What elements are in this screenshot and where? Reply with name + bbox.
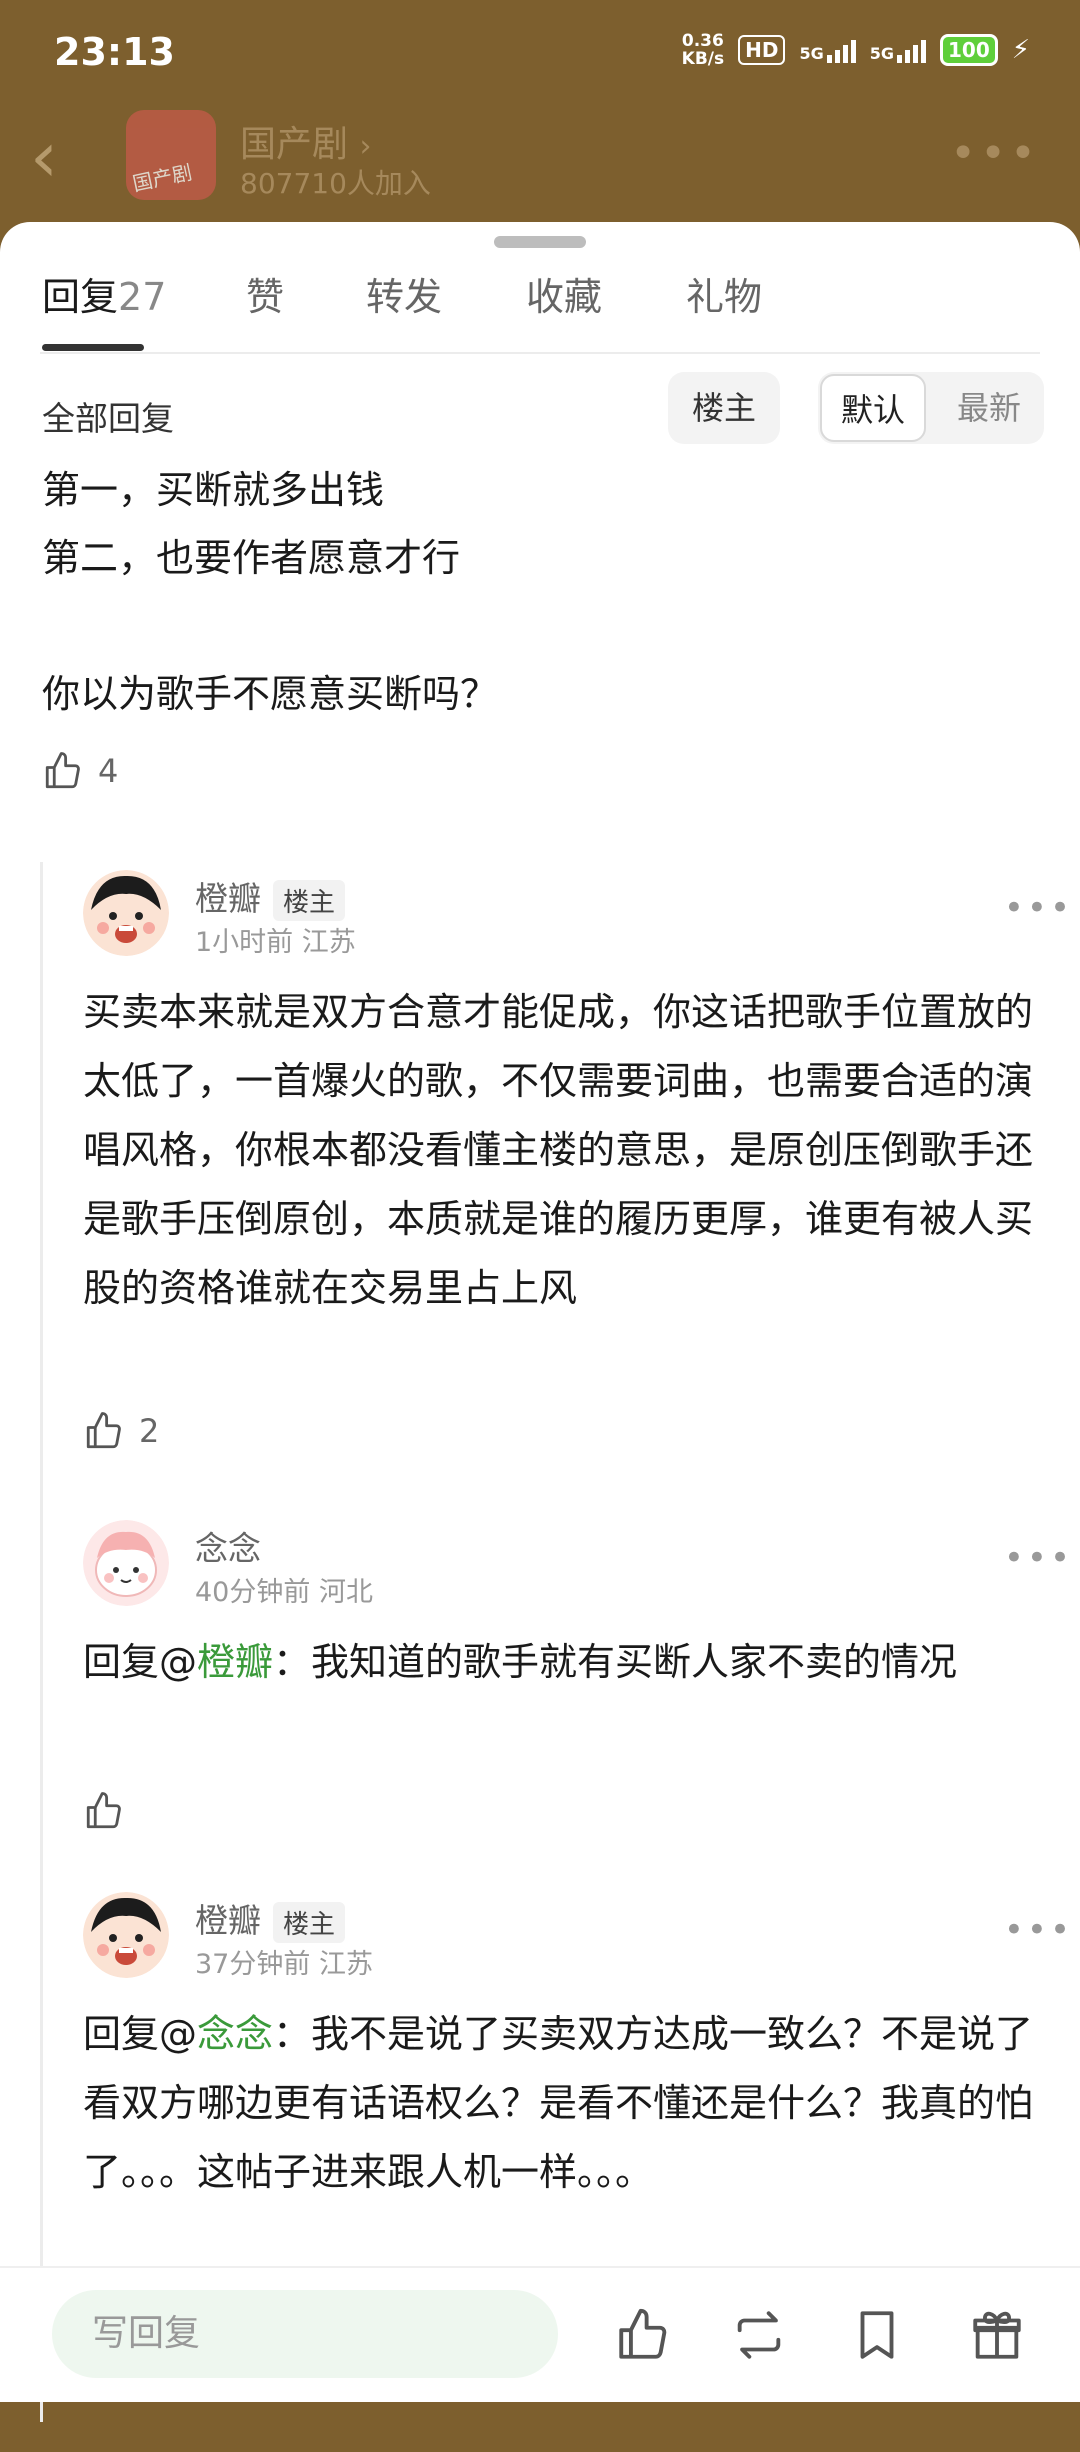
sim1-label: 5G [799,44,824,63]
more-icon[interactable]: ••• [1004,1910,1073,1950]
reply-body: ：我知道的歌手就有买断人家不卖的情况 [273,1640,958,1684]
comment-line: 你以为歌手不愿意买断吗？ [42,672,499,716]
owner-badge: 楼主 [273,1902,346,1943]
like-icon[interactable] [614,2306,672,2364]
like-count: 4 [98,752,119,790]
tab-gifts[interactable]: 礼物 [686,266,762,321]
reply-like-button[interactable]: 2 [83,1410,159,1452]
group-avatar[interactable]: 国产剧 [126,110,216,200]
tab-reposts[interactable]: 转发 [366,266,442,321]
group-avatar-text: 国产剧 [130,159,195,196]
like-count: 2 [139,1412,160,1450]
status-bar: 23:13 0.36 KB/s HD 5G 5G 100 ⚡ [0,0,1080,110]
thumbs-up-icon [86,1792,121,1829]
more-icon[interactable]: ••• [1004,888,1073,928]
author-name: 橙瓣 [195,879,261,918]
battery-icon: 100 [939,34,998,66]
status-icons: 0.36 KB/s HD 5G 5G 100 ⚡ [682,32,1030,68]
more-icon[interactable]: ••• [1004,1538,1073,1578]
avatar[interactable] [83,1892,169,1978]
reply-item: 橙瓣 楼主 1小时前 江苏 ••• 买卖本来就是双方合意才能促成，你这话把歌手位置… [83,870,1073,1450]
reply-meta: 40分钟前 河北 [195,1577,373,1608]
group-members: 807710人加入 [240,167,431,200]
back-icon[interactable]: ‹ [30,122,58,192]
charging-icon: ⚡ [1011,35,1030,65]
reply-author[interactable]: 橙瓣 楼主 [195,1894,346,1943]
all-replies-title: 全部回复 [42,399,174,438]
filter-row: 全部回复 楼主 默认 最新 [0,372,1080,452]
comment-line: 第二，也要作者愿意才行 [42,536,461,580]
net-speed-unit: KB/s [681,49,725,69]
hd-icon: HD [738,35,786,65]
reply-meta: 37分钟前 江苏 [195,1949,373,1980]
avatar[interactable] [83,1520,169,1606]
reply-prefix: 回复@ [83,2012,198,2056]
reply-author[interactable]: 橙瓣 楼主 [195,872,346,921]
group-name[interactable]: 国产剧 › [240,115,371,167]
status-time: 23:13 [54,30,175,74]
divider [40,352,1040,354]
reply-text: 回复@橙瓣：我知道的歌手就有买断人家不卖的情况 [83,1628,1063,1697]
comment-line: 第一，买断就多出钱 [42,468,385,512]
avatar[interactable] [83,870,169,956]
tab-replies-count: 27 [118,275,167,319]
reply-thread: 橙瓣 楼主 1小时前 江苏 ••• 买卖本来就是双方合意才能促成，你这话把歌手位置… [40,862,1070,2422]
reply-author[interactable]: 念念 [195,1522,261,1570]
thumbs-up-icon [45,752,80,789]
comment-sheet: 回复27 赞 转发 收藏 礼物 全部回复 楼主 默认 最新 第一，买断就多出钱 … [0,222,1080,2422]
author-name: 橙瓣 [195,1901,261,1940]
reply-prefix: 回复@ [83,1640,198,1684]
owner-badge: 楼主 [273,880,346,921]
owner-only-chip[interactable]: 楼主 [668,372,780,444]
signal-icon: 5G [870,37,926,63]
sort-latest-button[interactable]: 最新 [936,372,1042,444]
tab-favorites[interactable]: 收藏 [526,266,602,321]
tab-likes[interactable]: 赞 [246,266,284,321]
thumbs-up-icon [86,1412,121,1449]
reply-text: 买卖本来就是双方合意才能促成，你这话把歌手位置放的太低了，一首爆火的歌，不仅需要… [83,990,1034,1310]
chevron-right-icon: › [359,129,372,164]
group-name-text: 国产剧 [240,124,349,165]
main-comment: 第一，买断就多出钱 第二，也要作者愿意才行 你以为歌手不愿意买断吗？ [42,456,1042,728]
sort-default-button[interactable]: 默认 [820,374,926,442]
net-speed: 0.36 KB/s [682,32,724,68]
tab-bar: 回复27 赞 转发 收藏 礼物 [0,266,1080,354]
reply-item: 念念 40分钟前 河北 ••• 回复@橙瓣：我知道的歌手就有买断人家不卖的情况 [83,1520,1073,1860]
net-speed-value: 0.36 [681,31,724,51]
repost-icon[interactable] [730,2306,788,2364]
tab-indicator [42,344,144,351]
more-icon[interactable]: ••• [950,128,1040,179]
tab-replies-label: 回复 [42,275,119,319]
sim2-label: 5G [869,44,894,63]
reply-like-button[interactable] [83,1790,125,1832]
sheet-handle[interactable] [494,236,586,248]
signal-icon: 5G [799,37,856,63]
tab-replies[interactable]: 回复27 [42,266,166,321]
bottom-bar: 写回复 [0,2266,1080,2402]
bookmark-icon[interactable] [848,2306,906,2364]
gift-icon[interactable] [968,2306,1026,2364]
reply-input[interactable]: 写回复 [52,2290,558,2378]
group-header: ‹ 国产剧 国产剧 › 807710人加入 ••• [0,110,1080,220]
mention-link[interactable]: 橙瓣 [197,1640,273,1684]
mention-link[interactable]: 念念 [197,2012,273,2056]
main-like-button[interactable]: 4 [42,750,118,792]
comment-line [42,592,1042,660]
reply-text: 回复@念念：我不是说了买卖双方达成一致么？不是说了看双方哪边更有话语权么？是看不… [83,2000,1063,2207]
sort-toggle: 默认 最新 [818,372,1044,444]
reply-meta: 1小时前 江苏 [195,927,356,958]
